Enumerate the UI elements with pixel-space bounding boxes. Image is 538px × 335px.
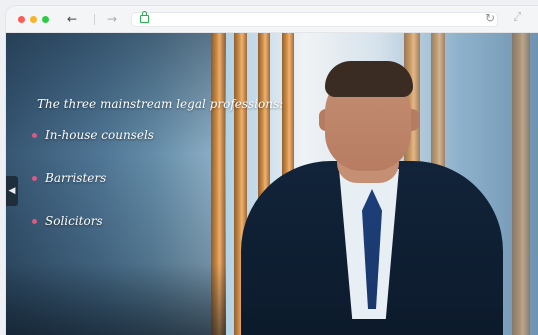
slide-list-item: In-house counsels xyxy=(32,128,154,142)
lock-icon xyxy=(140,11,149,23)
address-bar[interactable] xyxy=(131,11,498,27)
slide-item-label: Barristers xyxy=(45,171,107,185)
bullet-icon xyxy=(32,219,37,224)
slide-list-item: Solicitors xyxy=(32,214,103,228)
toolbar-divider xyxy=(94,14,95,25)
slide-heading: The three mainstream legal professions: xyxy=(37,97,284,111)
video-frame[interactable]: The three mainstream legal professions: … xyxy=(6,33,538,335)
close-window-button[interactable] xyxy=(18,16,25,23)
slide-overlay: The three mainstream legal professions: … xyxy=(6,33,538,335)
previous-slide-button[interactable]: ◀ xyxy=(6,176,18,206)
bullet-icon xyxy=(32,176,37,181)
slide-list-item: Barristers xyxy=(32,171,106,185)
forward-button[interactable]: → xyxy=(107,11,117,27)
minimize-window-button[interactable] xyxy=(30,16,37,23)
slide-item-label: In-house counsels xyxy=(45,128,154,142)
bullet-icon xyxy=(32,133,37,138)
slide-item-label: Solicitors xyxy=(45,214,103,228)
browser-window: ← → ↻ ⤢ The three mainstream legal profe… xyxy=(6,6,538,335)
browser-toolbar: ← → ↻ ⤢ xyxy=(6,6,538,33)
expand-icon[interactable]: ⤢ xyxy=(512,9,523,24)
maximize-window-button[interactable] xyxy=(42,16,49,23)
reload-icon[interactable]: ↻ xyxy=(485,11,495,25)
chevron-left-icon: ◀ xyxy=(8,186,16,196)
back-button[interactable]: ← xyxy=(67,11,77,27)
